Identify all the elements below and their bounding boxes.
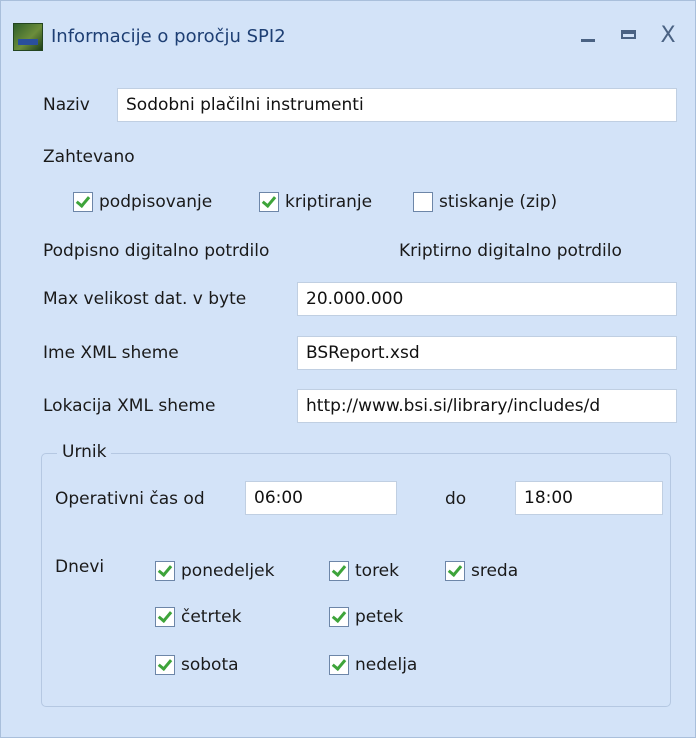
window-title: Informacije o poročju SPI2	[51, 26, 286, 47]
podpisno-potrdilo-label: Podpisno digitalno potrdilo	[43, 241, 270, 261]
checkmark-icon[interactable]	[329, 561, 349, 581]
zahtevano-label: Zahtevano	[43, 147, 135, 167]
checkbox-kriptiranje[interactable]: kriptiranje	[259, 189, 372, 215]
lokacija-xml-label: Lokacija XML sheme	[43, 396, 216, 416]
ime-xml-field[interactable]: BSReport.xsd	[297, 336, 677, 370]
checkmark-icon[interactable]	[155, 607, 175, 627]
checkbox-torek[interactable]: torek	[329, 558, 399, 584]
cas-do-field[interactable]: 18:00	[515, 481, 663, 515]
naziv-label: Naziv	[43, 95, 90, 115]
checkbox-label: sobota	[181, 655, 239, 675]
ime-xml-label: Ime XML sheme	[43, 343, 179, 363]
dialog-window: Informacije o poročju SPI2 X Naziv Sodob…	[0, 0, 696, 738]
checkbox-podpisovanje[interactable]: podpisovanje	[73, 189, 212, 215]
checkbox-label: ponedeljek	[181, 561, 275, 581]
checkbox-label: torek	[355, 561, 399, 581]
checkbox-sreda[interactable]: sreda	[445, 558, 518, 584]
urnik-title: Urnik	[57, 442, 112, 462]
minimize-button[interactable]	[569, 21, 607, 51]
app-icon	[13, 23, 43, 51]
checkbox-petek[interactable]: petek	[329, 604, 403, 630]
maximize-icon	[620, 30, 636, 39]
checkbox-label: petek	[355, 607, 404, 627]
operativni-cas-label: Operativni čas od	[55, 489, 205, 509]
max-velikost-label: Max velikost dat. v byte	[43, 289, 247, 309]
checkbox-label: stiskanje (zip)	[439, 192, 558, 212]
checkbox-empty-icon[interactable]	[413, 192, 433, 212]
checkbox-nedelja[interactable]: nedelja	[329, 652, 417, 678]
checkmark-icon[interactable]	[445, 561, 465, 581]
checkmark-icon[interactable]	[73, 192, 93, 212]
minimize-icon	[581, 39, 595, 42]
checkbox-label: podpisovanje	[99, 192, 213, 212]
maximize-button[interactable]	[609, 21, 647, 51]
checkmark-icon[interactable]	[329, 655, 349, 675]
checkbox-stiskanje[interactable]: stiskanje (zip)	[413, 189, 557, 215]
kriptirno-potrdilo-label: Kriptirno digitalno potrdilo	[399, 241, 622, 261]
checkbox-ponedeljek[interactable]: ponedeljek	[155, 558, 274, 584]
checkbox-label: sreda	[471, 561, 519, 581]
title-bar[interactable]: Informacije o poročju SPI2 X	[1, 1, 695, 63]
naziv-field[interactable]: Sodobni plačilni instrumenti	[117, 88, 677, 122]
checkmark-icon[interactable]	[155, 655, 175, 675]
dnevi-label: Dnevi	[55, 557, 105, 577]
checkmark-icon[interactable]	[155, 561, 175, 581]
close-button[interactable]: X	[649, 21, 687, 51]
cas-od-field[interactable]: 06:00	[245, 481, 397, 515]
checkbox-label: kriptiranje	[285, 192, 373, 212]
checkbox-label: četrtek	[181, 607, 242, 627]
checkbox-label: nedelja	[355, 655, 418, 675]
checkbox-cetrtek[interactable]: četrtek	[155, 604, 241, 630]
do-label: do	[445, 489, 467, 509]
lokacija-xml-field[interactable]: http://www.bsi.si/library/includes/d	[297, 389, 677, 423]
max-velikost-field[interactable]: 20.000.000	[297, 282, 677, 316]
checkmark-icon[interactable]	[329, 607, 349, 627]
checkmark-icon[interactable]	[259, 192, 279, 212]
checkbox-sobota[interactable]: sobota	[155, 652, 239, 678]
